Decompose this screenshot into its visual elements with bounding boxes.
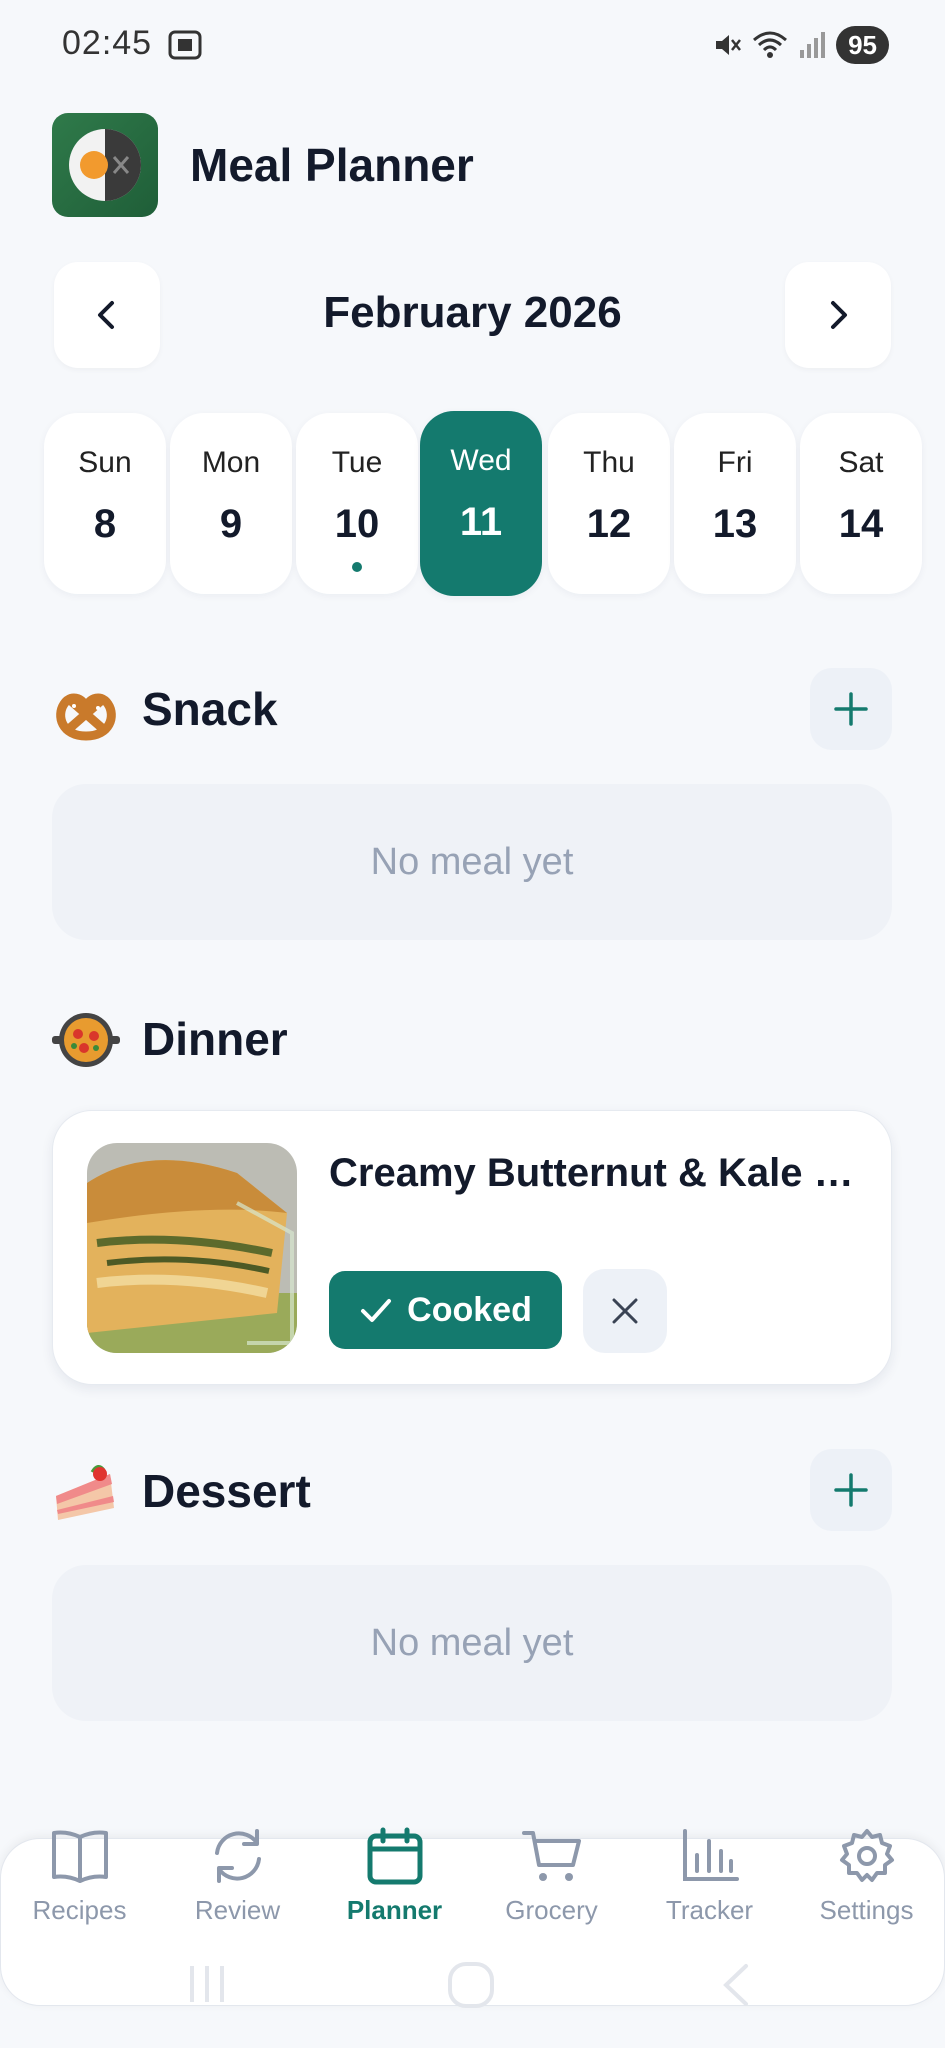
day-tue[interactable]: Tue 10 — [296, 413, 418, 594]
dessert-empty-card[interactable]: No meal yet — [52, 1565, 892, 1721]
day-name: Wed — [450, 444, 512, 477]
day-name: Thu — [583, 446, 635, 479]
day-number: 9 — [219, 502, 243, 546]
app-title: Meal Planner — [190, 139, 474, 191]
chevron-left-icon — [98, 301, 114, 329]
day-number: 8 — [93, 502, 117, 546]
previous-month-button[interactable] — [54, 262, 160, 368]
chevron-right-icon — [831, 301, 847, 329]
day-name: Mon — [201, 446, 261, 479]
dinner-section-title: Dinner — [142, 1013, 288, 1065]
nav-label: Review — [194, 1895, 281, 1925]
battery-indicator: 95 — [836, 26, 889, 64]
meal-thumbnail — [87, 1143, 297, 1353]
status-bar: 02:45 95 — [0, 0, 945, 92]
checkmark-icon — [361, 1299, 392, 1322]
day-number: 13 — [712, 502, 758, 546]
app-logo — [52, 113, 158, 217]
day-thu[interactable]: Thu 12 — [548, 413, 670, 594]
wifi-icon — [753, 31, 788, 58]
next-month-button[interactable] — [785, 262, 891, 368]
dinner-meal-card[interactable]: Creamy Butternut & Kale Lasagna Cooked — [52, 1110, 892, 1385]
day-name: Sat — [838, 446, 884, 479]
day-number: 10 — [334, 502, 380, 546]
day-number: 14 — [838, 502, 884, 546]
add-snack-button[interactable] — [810, 668, 892, 750]
signal-icon — [800, 32, 826, 58]
nav-tracker[interactable]: Tracker — [631, 1827, 788, 1926]
day-name: Tue — [331, 446, 383, 479]
system-navigation-bar — [0, 1950, 945, 2020]
nav-review[interactable]: Review — [159, 1827, 316, 1926]
day-mon[interactable]: Mon 9 — [170, 413, 292, 594]
day-name: Fri — [717, 446, 753, 479]
status-time: 02:45 — [62, 24, 153, 62]
day-sat[interactable]: Sat 14 — [800, 413, 922, 594]
snack-section-title: Snack — [142, 683, 278, 735]
close-icon — [612, 1298, 638, 1324]
meal-name[interactable]: Creamy Butternut & Kale Lasagna — [329, 1151, 874, 1196]
snack-empty-card[interactable]: No meal yet — [52, 784, 892, 940]
gear-icon — [839, 1829, 894, 1882]
dessert-section-title: Dessert — [142, 1465, 311, 1517]
calendar-icon — [367, 1827, 422, 1885]
cooked-button[interactable]: Cooked — [329, 1271, 562, 1349]
lasagna-photo — [87, 1143, 297, 1353]
status-icons: 95 — [712, 26, 889, 64]
cooked-label: Cooked — [407, 1290, 532, 1329]
nav-label: Grocery — [505, 1895, 598, 1925]
nav-grocery[interactable]: Grocery — [473, 1827, 630, 1926]
back-icon[interactable] — [716, 1960, 756, 2010]
meal-indicator-dot — [352, 562, 362, 572]
week-day-strip: Sun 8 Mon 9 Tue 10 Wed 11 Thu 12 Fri 13 … — [44, 411, 924, 596]
day-sun[interactable]: Sun 8 — [44, 413, 166, 594]
plate-logo-icon — [69, 129, 141, 201]
day-number: 11 — [459, 500, 503, 544]
plus-icon — [834, 1473, 868, 1507]
nav-planner[interactable]: Planner — [316, 1827, 473, 1926]
add-dessert-button[interactable] — [810, 1449, 892, 1531]
day-fri[interactable]: Fri 13 — [674, 413, 796, 594]
month-label: February 2026 — [323, 288, 622, 337]
cart-icon — [521, 1831, 581, 1881]
nav-settings[interactable]: Settings — [788, 1827, 945, 1926]
screen-record-icon — [168, 30, 202, 60]
nav-label: Planner — [346, 1895, 443, 1925]
bar-chart-icon — [682, 1829, 739, 1881]
empty-meal-text: No meal yet — [370, 1621, 574, 1664]
nav-label: Settings — [819, 1895, 914, 1925]
remove-meal-button[interactable] — [583, 1269, 667, 1353]
paella-icon — [52, 1013, 120, 1067]
day-wed-selected[interactable]: Wed 11 — [420, 411, 542, 596]
day-number: 12 — [586, 502, 632, 546]
plus-icon — [834, 692, 868, 726]
empty-meal-text: No meal yet — [370, 840, 574, 883]
refresh-icon — [214, 1829, 261, 1883]
day-name: Sun — [78, 446, 132, 479]
book-icon — [51, 1830, 108, 1883]
nav-recipes[interactable]: Recipes — [1, 1827, 158, 1926]
home-icon[interactable] — [446, 1960, 496, 2010]
mute-icon — [716, 35, 742, 55]
nav-label: Recipes — [32, 1895, 127, 1925]
recent-apps-icon[interactable] — [184, 1960, 230, 2006]
nav-label: Tracker — [665, 1895, 754, 1925]
pretzel-icon — [56, 693, 116, 741]
cake-icon — [56, 1465, 114, 1520]
